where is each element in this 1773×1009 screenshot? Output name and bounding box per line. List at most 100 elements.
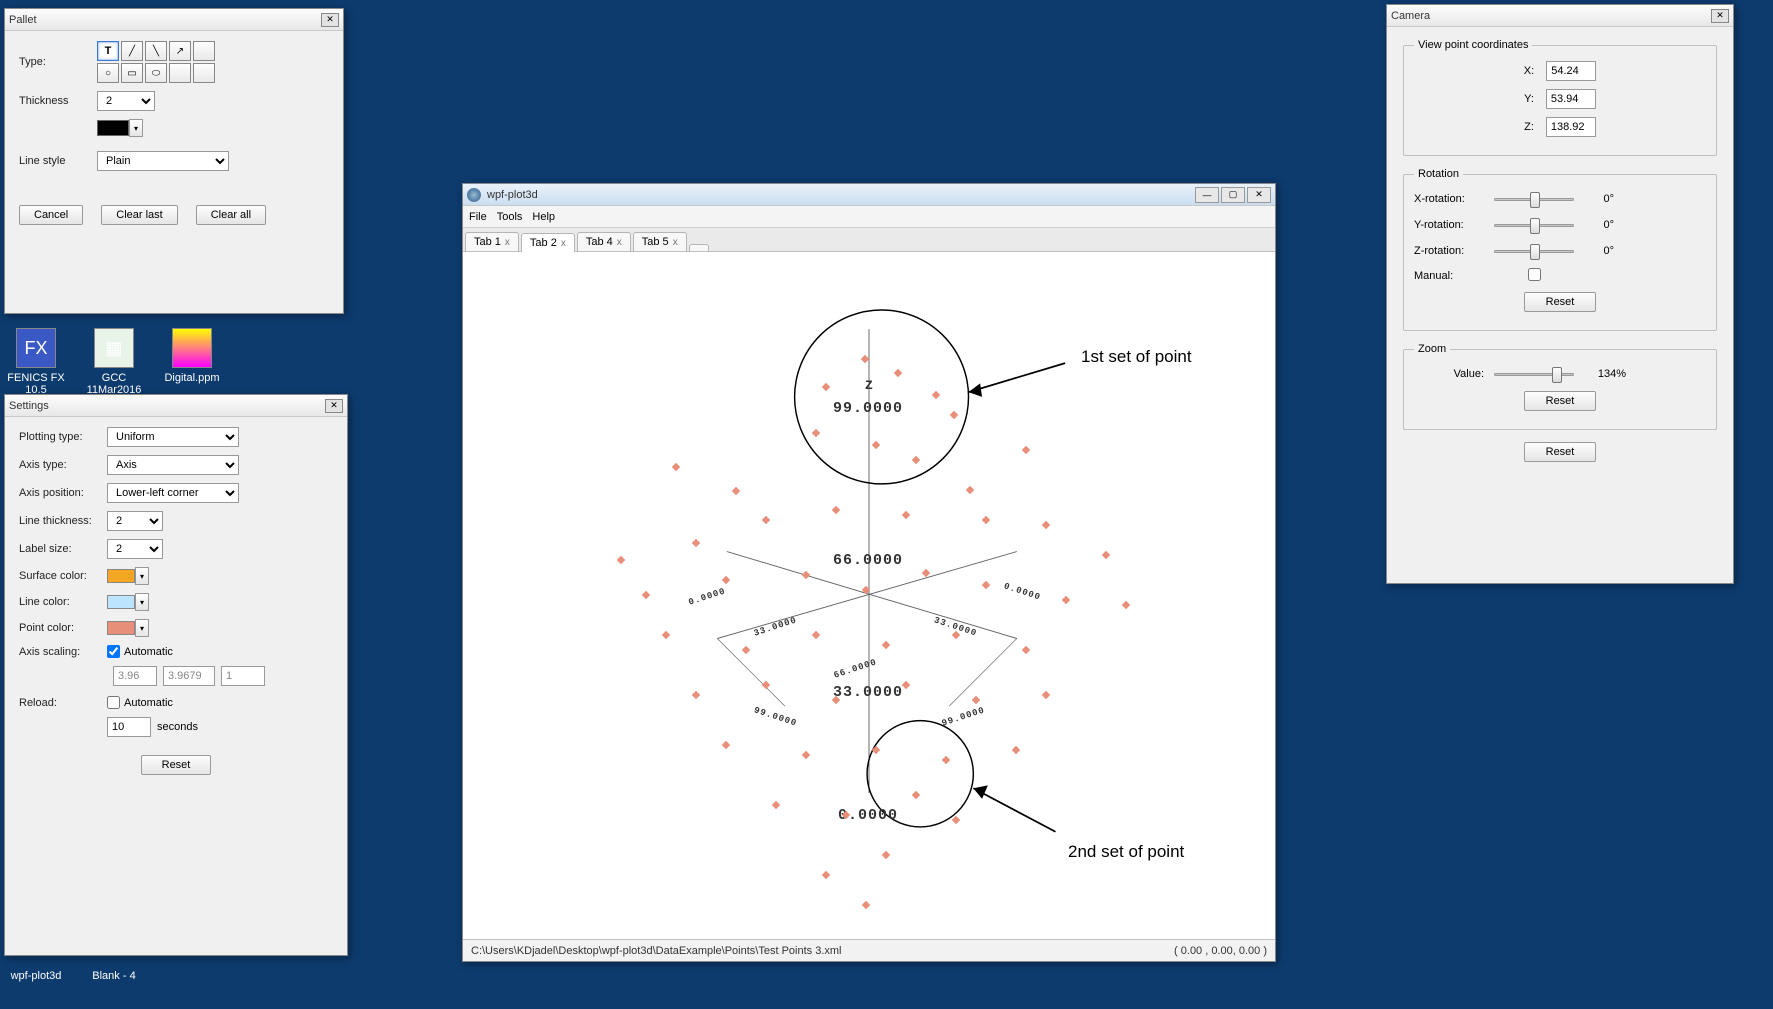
menu-help[interactable]: Help — [532, 211, 555, 223]
tab-2[interactable]: Tab 2 x — [521, 233, 575, 252]
tool-rect[interactable]: ▭ — [121, 63, 143, 83]
zrot-slider[interactable] — [1494, 242, 1574, 260]
tool-circle[interactable]: ○ — [97, 63, 119, 83]
tool-blank2[interactable] — [169, 63, 191, 83]
z-tick-33: 33.0000 — [833, 684, 903, 701]
desktop-icon[interactable]: Digital.ppm — [156, 328, 228, 384]
manual-checkbox[interactable] — [1528, 268, 1541, 281]
desktop-icon-label: Blank - 4 — [92, 970, 135, 982]
desktop-icon[interactable]: Blank - 4 — [78, 970, 150, 982]
plot-area[interactable]: Z 99.0000 66.0000 33.0000 0.0000 0.0000 … — [463, 252, 1275, 939]
tab-1[interactable]: Tab 1x — [465, 232, 519, 251]
settings-reset-button[interactable]: Reset — [141, 755, 211, 775]
xrot-value: 0° — [1584, 193, 1614, 205]
axis-type-select[interactable]: Axis — [107, 455, 239, 475]
titlebar[interactable]: Pallet ✕ — [5, 9, 343, 31]
rotation-legend: Rotation — [1414, 168, 1463, 180]
cancel-button[interactable]: Cancel — [19, 205, 83, 225]
tool-text[interactable]: T — [97, 41, 119, 61]
close-tab-icon[interactable]: x — [561, 238, 566, 249]
desktop-icon-label: FENICS FX 10.5 — [7, 372, 64, 396]
reload-auto-label: Automatic — [124, 697, 173, 709]
surface-color-swatch — [107, 569, 135, 583]
rotation-fieldset: Rotation X-rotation: 0° Y-rotation: 0° Z… — [1403, 168, 1717, 331]
maximize-button[interactable]: ▢ — [1221, 187, 1245, 203]
thickness-select[interactable]: 2 — [97, 91, 155, 111]
tool-blank3[interactable] — [193, 63, 215, 83]
reload-seconds-input[interactable] — [107, 717, 151, 737]
main-window[interactable]: wpf-plot3d — ▢ ✕ File Tools Help Tab 1x … — [462, 183, 1276, 962]
point-color-dropdown[interactable]: ▾ — [135, 619, 149, 637]
settings-window[interactable]: Settings ✕ Plotting type: Uniform Axis t… — [4, 394, 348, 956]
linestyle-label: Line style — [19, 155, 97, 167]
zoom-fieldset: Zoom Value: 134% Reset — [1403, 343, 1717, 430]
tab-label: Tab 2 — [530, 237, 557, 249]
z-label: Z: — [1524, 121, 1534, 133]
tab-blank[interactable] — [689, 244, 709, 251]
yrot-label: Y-rotation: — [1414, 219, 1484, 231]
point-color-swatch — [107, 621, 135, 635]
zrot-label: Z-rotation: — [1414, 245, 1484, 257]
z-tick-99: 99.0000 — [833, 400, 903, 417]
zoom-label: Value: — [1414, 368, 1484, 380]
close-tab-icon[interactable]: x — [505, 237, 510, 248]
clear-all-button[interactable]: Clear all — [196, 205, 266, 225]
axis-position-select[interactable]: Lower-left corner — [107, 483, 239, 503]
annotation-2: 2nd set of point — [1068, 842, 1184, 862]
label-size-select[interactable]: 2 — [107, 539, 163, 559]
rotation-reset-button[interactable]: Reset — [1524, 292, 1596, 312]
tab-4[interactable]: Tab 4x — [577, 232, 631, 251]
titlebar[interactable]: Camera ✕ — [1387, 5, 1733, 27]
window-title: Pallet — [9, 14, 37, 26]
tabbar: Tab 1x Tab 2 x Tab 4x Tab 5x — [463, 228, 1275, 252]
close-tab-icon[interactable]: x — [617, 237, 622, 248]
zoom-slider[interactable] — [1494, 365, 1574, 383]
plotting-type-select[interactable]: Uniform — [107, 427, 239, 447]
color-dropdown[interactable]: ▾ — [129, 119, 143, 137]
point-color-label: Point color: — [19, 622, 107, 634]
surface-color-dropdown[interactable]: ▾ — [135, 567, 149, 585]
line-thickness-select[interactable]: 2 — [107, 511, 163, 531]
z-input[interactable] — [1546, 117, 1596, 137]
tool-blank1[interactable] — [193, 41, 215, 61]
clear-last-button[interactable]: Clear last — [101, 205, 177, 225]
minimize-button[interactable]: — — [1195, 187, 1219, 203]
camera-reset-all-button[interactable]: Reset — [1524, 442, 1596, 462]
statusbar: C:\Users\KDjadel\Desktop\wpf-plot3d\Data… — [463, 939, 1275, 961]
image-icon — [172, 328, 212, 368]
close-button[interactable]: ✕ — [325, 399, 343, 413]
close-tab-icon[interactable]: x — [673, 237, 678, 248]
plotting-type-label: Plotting type: — [19, 431, 107, 443]
tool-line1[interactable]: ╱ — [121, 41, 143, 61]
zoom-legend: Zoom — [1414, 343, 1450, 355]
line-color-dropdown[interactable]: ▾ — [135, 593, 149, 611]
x-input[interactable] — [1546, 61, 1596, 81]
scale-x-input — [113, 666, 157, 686]
desktop-icon[interactable]: wpf-plot3d — [0, 970, 72, 982]
menu-tools[interactable]: Tools — [497, 211, 523, 223]
tool-ellipse[interactable]: ⬭ — [145, 63, 167, 83]
reload-checkbox[interactable] — [107, 696, 120, 709]
xrot-slider[interactable] — [1494, 190, 1574, 208]
axis-position-label: Axis position: — [19, 487, 107, 499]
y-input[interactable] — [1546, 89, 1596, 109]
yrot-slider[interactable] — [1494, 216, 1574, 234]
titlebar[interactable]: wpf-plot3d — ▢ ✕ — [463, 184, 1275, 206]
desktop-icon[interactable]: ▦ GCC 11Mar2016 — [78, 328, 150, 396]
tab-5[interactable]: Tab 5x — [633, 232, 687, 251]
close-button[interactable]: ✕ — [321, 13, 339, 27]
close-button[interactable]: ✕ — [1711, 9, 1729, 23]
spreadsheet-icon: ▦ — [94, 328, 134, 368]
menu-file[interactable]: File — [469, 211, 487, 223]
zoom-reset-button[interactable]: Reset — [1524, 391, 1596, 411]
linestyle-select[interactable]: Plain — [97, 151, 229, 171]
titlebar[interactable]: Settings ✕ — [5, 395, 347, 417]
desktop-icon[interactable]: FX FENICS FX 10.5 — [0, 328, 72, 396]
axis-scaling-checkbox[interactable] — [107, 645, 120, 658]
scale-y-input — [163, 666, 215, 686]
tool-line2[interactable]: ╲ — [145, 41, 167, 61]
pallet-window[interactable]: Pallet ✕ Type: T ╱ ╲ ↗ ○ ▭ ⬭ Thickness 2 — [4, 8, 344, 314]
camera-window[interactable]: Camera ✕ View point coordinates X: Y: Z:… — [1386, 4, 1734, 584]
tool-arrow[interactable]: ↗ — [169, 41, 191, 61]
close-button[interactable]: ✕ — [1247, 187, 1271, 203]
